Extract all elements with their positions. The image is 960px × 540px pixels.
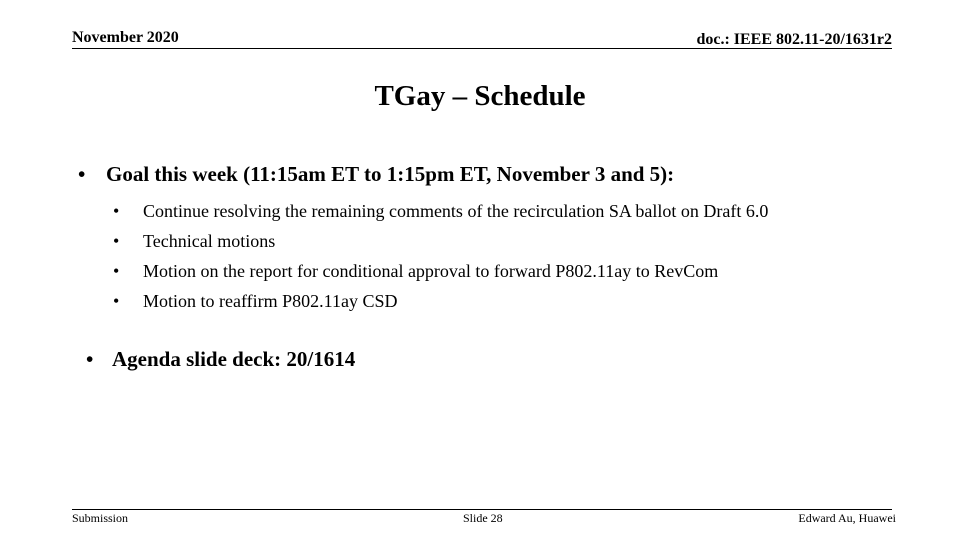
sub-item: • Motion on the report for conditional a… [113,256,768,286]
sub-item: • Motion to reaffirm P802.11ay CSD [113,286,768,316]
footer-submission: Submission [72,511,129,525]
bullet-icon: • [113,200,120,221]
sub-item-text: Technical motions [143,230,276,251]
sub-item-text: Continue resolving the remaining comment… [143,200,769,221]
sub-item-text: Motion to reaffirm P802.11ay CSD [143,290,398,311]
footer-slide-number: Slide 28 [463,511,503,525]
bullet-goal: • Goal this week (11:15am ET to 1:15pm E… [78,162,674,187]
bullet-goal-text: Goal this week (11:15am ET to 1:15pm ET,… [106,162,675,186]
sub-item: • Continue resolving the remaining comme… [113,196,768,226]
goal-sub-list: • Continue resolving the remaining comme… [113,196,768,316]
footer-author: Edward Au, Huawei [798,511,896,525]
footer-divider [72,509,892,510]
bullet-icon: • [113,290,120,311]
header-divider [72,48,892,49]
header-doc-id: doc.: IEEE 802.11-20/1631r2 [696,31,892,48]
bullet-icon: • [78,162,86,186]
slide-title: TGay – Schedule [374,80,586,112]
bullet-agenda-text: Agenda slide deck: 20/1614 [112,347,356,371]
header-date: November 2020 [72,29,179,46]
sub-item-text: Motion on the report for conditional app… [143,260,719,281]
sub-item: • Technical motions [113,226,768,256]
bullet-icon: • [86,347,94,371]
bullet-icon: • [113,230,120,251]
bullet-icon: • [113,260,120,281]
bullet-agenda: • Agenda slide deck: 20/1614 [86,347,355,372]
